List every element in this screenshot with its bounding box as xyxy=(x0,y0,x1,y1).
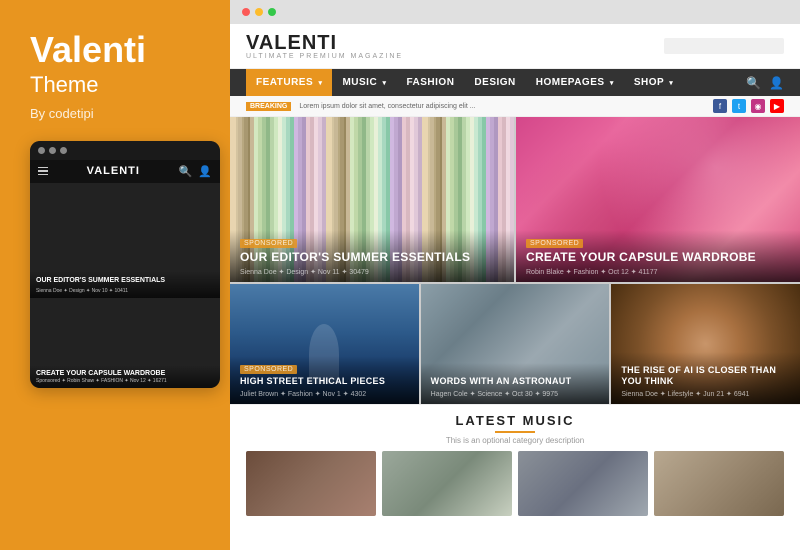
user-icon[interactable]: 👤 xyxy=(198,165,212,178)
card-4-title: WORDS WITH AN ASTRONAUT xyxy=(431,376,600,387)
card-3-ethical[interactable]: Sponsored HIGH STREET ETHICAL PIECES Jul… xyxy=(230,284,419,404)
latest-card-1[interactable] xyxy=(246,451,376,516)
card-5-title: THE RISE OF AI IS CLOSER THAN YOU THINK xyxy=(621,365,790,388)
card-1-overlay: Sponsored OUR EDITOR'S SUMMER ESSENTIALS… xyxy=(230,230,514,282)
mobile-hero-card[interactable]: OUR EDITOR'S SUMMER ESSENTIALS Sienna Do… xyxy=(30,183,220,298)
mobile-logo: VALENTI xyxy=(87,165,140,177)
nav-item-design[interactable]: DESIGN xyxy=(464,69,525,96)
breaking-bar: BREAKING Lorem ipsum dolor sit amet, con… xyxy=(230,96,800,117)
mobile-card2-meta: Sponsored ✦ Robin Shaw ✦ FASHION ✦ Nov 1… xyxy=(36,378,214,384)
nav-item-homepages[interactable]: HOMEPAGES ▾ xyxy=(526,69,624,96)
latest-divider xyxy=(495,431,535,433)
card-3-meta: Juliet Brown ✦ Fashion ✦ Nov 1 ✦ 4302 xyxy=(240,390,409,398)
mobile-preview: VALENTI 🔍 👤 OUR EDITOR'S SUMMER ESSENTIA… xyxy=(30,141,220,388)
nav-items: FEATURES ▾ MUSIC ▾ FASHION DESIGN HOMEPA… xyxy=(246,69,683,96)
site-logo-container: VALENTI ULTIMATE PREMIUM MAGAZINE xyxy=(246,32,403,60)
mobile-card2-title: CREATE YOUR CAPSULE WARDROBE xyxy=(36,370,214,377)
card-5-overlay: THE RISE OF AI IS CLOSER THAN YOU THINK … xyxy=(611,352,800,405)
latest-section: LATEST MUSIC This is an optional categor… xyxy=(230,404,800,516)
hamburger-icon[interactable] xyxy=(38,167,48,176)
youtube-icon[interactable]: ▶ xyxy=(770,99,784,113)
site-header: VALENTI ULTIMATE PREMIUM MAGAZINE xyxy=(230,24,800,69)
card-5-ai[interactable]: THE RISE OF AI IS CLOSER THAN YOU THINK … xyxy=(611,284,800,404)
card-1-title: OUR EDITOR'S SUMMER ESSENTIALS xyxy=(240,250,504,265)
site-logo[interactable]: VALENTI xyxy=(246,32,403,55)
nav-item-features[interactable]: FEATURES ▾ xyxy=(246,69,332,96)
mobile-dot-2 xyxy=(49,147,56,154)
mobile-hero-meta: Sienna Doe ✦ Design ✦ Nov 10 ✦ 10411 xyxy=(36,288,214,294)
mobile-dot-3 xyxy=(60,147,67,154)
nav-item-music[interactable]: MUSIC ▾ xyxy=(332,69,396,96)
main-grid: Sponsored OUR EDITOR'S SUMMER ESSENTIALS… xyxy=(230,117,800,404)
card-2-tag: Sponsored xyxy=(526,240,790,247)
search-icon[interactable]: 🔍 xyxy=(179,165,193,178)
card-3-overlay: Sponsored HIGH STREET ETHICAL PIECES Jul… xyxy=(230,356,419,404)
card-4-overlay: WORDS WITH AN ASTRONAUT Hagen Cole ✦ Sci… xyxy=(421,363,610,404)
mobile-dot-1 xyxy=(38,147,45,154)
card-2-wardrobe[interactable]: Sponsored CREATE YOUR CAPSULE WARDROBE R… xyxy=(516,117,800,282)
card-3-title: HIGH STREET ETHICAL PIECES xyxy=(240,376,409,387)
browser-content: VALENTI ULTIMATE PREMIUM MAGAZINE FEATUR… xyxy=(230,24,800,550)
browser-dot-green[interactable] xyxy=(268,8,276,16)
mobile-hero-overlay: OUR EDITOR'S SUMMER ESSENTIALS Sienna Do… xyxy=(30,271,220,297)
latest-card-3[interactable] xyxy=(518,451,648,516)
card-5-meta: Sienna Doe ✦ Lifestyle ✦ Jun 21 ✦ 6941 xyxy=(621,390,790,398)
card-2-meta: Robin Blake ✦ Fashion ✦ Oct 12 ✦ 41177 xyxy=(526,268,790,276)
right-panel: VALENTI ULTIMATE PREMIUM MAGAZINE FEATUR… xyxy=(230,0,800,550)
twitter-icon[interactable]: t xyxy=(732,99,746,113)
latest-card-4[interactable] xyxy=(654,451,784,516)
mobile-nav: VALENTI 🔍 👤 xyxy=(30,160,220,183)
bottom-row: Sponsored HIGH STREET ETHICAL PIECES Jul… xyxy=(230,284,800,404)
browser-dot-red[interactable] xyxy=(242,8,250,16)
browser-chrome xyxy=(230,0,800,24)
card-1-tag: Sponsored xyxy=(240,240,504,247)
facebook-icon[interactable]: f xyxy=(713,99,727,113)
site-logo-tagline: ULTIMATE PREMIUM MAGAZINE xyxy=(246,53,403,60)
nav-item-shop[interactable]: SHOP ▾ xyxy=(624,69,683,96)
latest-cards xyxy=(246,451,784,516)
latest-card-2[interactable] xyxy=(382,451,512,516)
latest-title: LATEST MUSIC xyxy=(246,413,784,428)
social-icons: f t ◉ ▶ xyxy=(713,99,784,113)
nav-item-fashion[interactable]: FASHION xyxy=(396,69,464,96)
theme-label: Theme xyxy=(30,72,98,98)
nav-search-icon[interactable]: 🔍 xyxy=(746,76,761,90)
brand-name: Valenti xyxy=(30,30,146,70)
breaking-label: BREAKING xyxy=(246,102,291,111)
brand-author: By codetipi xyxy=(30,106,94,121)
instagram-icon[interactable]: ◉ xyxy=(751,99,765,113)
mobile-hero-title: OUR EDITOR'S SUMMER ESSENTIALS xyxy=(36,277,214,285)
nav-icons: 🔍 👤 xyxy=(746,76,784,90)
left-panel: Valenti Theme By codetipi VALENTI 🔍 👤 OU… xyxy=(0,0,230,550)
card-3-tag: Sponsored xyxy=(240,366,409,373)
mobile-nav-icons: 🔍 👤 xyxy=(179,165,212,178)
mobile-topbar xyxy=(30,141,220,160)
site-nav: FEATURES ▾ MUSIC ▾ FASHION DESIGN HOMEPA… xyxy=(230,69,800,96)
browser-dot-yellow[interactable] xyxy=(255,8,263,16)
card-2-title: CREATE YOUR CAPSULE WARDROBE xyxy=(526,250,790,265)
header-right xyxy=(664,38,784,54)
breaking-text: Lorem ipsum dolor sit amet, consectetur … xyxy=(299,103,475,110)
mobile-card2[interactable]: CREATE YOUR CAPSULE WARDROBE Sponsored ✦… xyxy=(30,298,220,388)
card-1-meta: Sienna Doe ✦ Design ✦ Nov 11 ✦ 30479 xyxy=(240,268,504,276)
card-2-overlay: Sponsored CREATE YOUR CAPSULE WARDROBE R… xyxy=(516,230,800,282)
header-ad xyxy=(664,38,784,54)
card-1-summer[interactable]: Sponsored OUR EDITOR'S SUMMER ESSENTIALS… xyxy=(230,117,514,282)
latest-desc: This is an optional category description xyxy=(246,436,784,445)
card-4-astronaut[interactable]: WORDS WITH AN ASTRONAUT Hagen Cole ✦ Sci… xyxy=(421,284,610,404)
mobile-card2-overlay: CREATE YOUR CAPSULE WARDROBE Sponsored ✦… xyxy=(30,365,220,388)
nav-user-icon[interactable]: 👤 xyxy=(769,76,784,90)
card-4-meta: Hagen Cole ✦ Science ✦ Oct 30 ✦ 9975 xyxy=(431,390,600,398)
